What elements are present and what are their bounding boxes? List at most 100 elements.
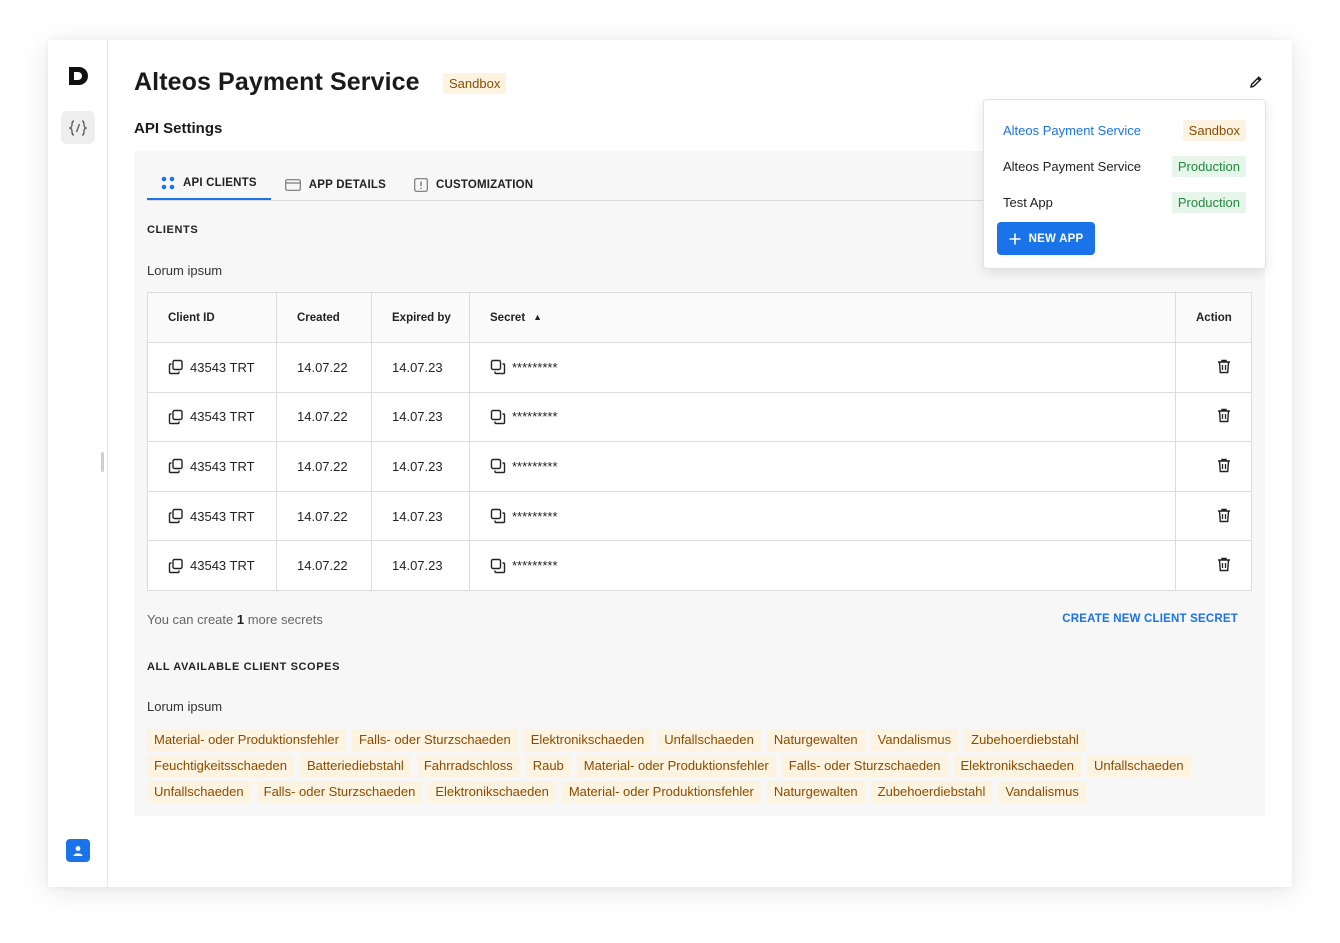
column-header-secret[interactable]: Secret ▲ bbox=[469, 292, 1176, 343]
secrets-note-prefix: You can create bbox=[147, 612, 237, 627]
secret-value: ********* bbox=[512, 458, 558, 474]
tab-label: CUSTOMIZATION bbox=[435, 178, 534, 191]
table-row: 43543 TRT 14.07.22 14.07.23 ********* bbox=[147, 540, 1252, 591]
column-header-created[interactable]: Created bbox=[276, 292, 372, 343]
scope-tag: Raub bbox=[525, 755, 571, 777]
created-cell: 14.07.22 bbox=[276, 540, 372, 591]
secret-cell: ********* bbox=[469, 490, 1176, 542]
client-id: 43543 TRT bbox=[190, 359, 255, 375]
copy-icon[interactable] bbox=[168, 409, 184, 425]
api-nav-button[interactable] bbox=[61, 111, 95, 144]
column-header-secret-label: Secret bbox=[490, 311, 526, 324]
environment-badge: Sandbox bbox=[1182, 119, 1246, 141]
sort-ascending-icon[interactable]: ▲ bbox=[533, 312, 542, 322]
clients-heading: CLIENTS bbox=[147, 224, 199, 236]
column-header-action: Action bbox=[1175, 292, 1252, 343]
scopes-heading: ALL AVAILABLE CLIENT SCOPES bbox=[147, 661, 341, 673]
scope-tag: Fahrradschloss bbox=[416, 755, 520, 777]
customization-icon bbox=[414, 177, 428, 192]
client-id-cell: 43543 TRT bbox=[147, 391, 277, 443]
scope-tag: Unfallschaeden bbox=[657, 729, 761, 751]
delete-trash-icon[interactable] bbox=[1216, 407, 1232, 423]
table-header-row: Client ID Created Expired by Secret ▲ Act… bbox=[147, 292, 1252, 343]
sidebar bbox=[48, 40, 108, 887]
scopes-description: Lorum ipsum bbox=[147, 699, 223, 714]
secret-value: ********* bbox=[512, 409, 558, 425]
app-option-name: Alteos Payment Service bbox=[1003, 158, 1142, 174]
copy-icon[interactable] bbox=[168, 359, 184, 375]
environment-badge: Production bbox=[1171, 191, 1246, 213]
logo-icon[interactable] bbox=[66, 64, 90, 88]
user-profile-button[interactable] bbox=[66, 839, 90, 862]
expired-cell: 14.07.23 bbox=[371, 441, 470, 492]
scope-tag: Batteriediebstahl bbox=[299, 755, 411, 777]
copy-secret-icon[interactable] bbox=[490, 458, 506, 474]
new-app-button[interactable]: NEW APP bbox=[997, 222, 1095, 255]
app-option-name: Test App bbox=[1003, 194, 1053, 210]
client-id-cell: 43543 TRT bbox=[147, 490, 277, 542]
secret-cell: ********* bbox=[469, 441, 1176, 492]
scope-tag: Elektronikschaeden bbox=[953, 755, 1081, 777]
app-option[interactable]: Alteos Payment Service Sandbox bbox=[1003, 119, 1246, 141]
clients-description: Lorum ipsum bbox=[147, 263, 223, 278]
client-id: 43543 TRT bbox=[190, 508, 255, 524]
scope-tag: Zubehoerdiebstahl bbox=[964, 729, 1086, 751]
client-id-cell: 43543 TRT bbox=[147, 540, 277, 591]
client-id: 43543 TRT bbox=[190, 458, 255, 474]
scope-tag: Falls- oder Sturzschaeden bbox=[256, 781, 423, 803]
scope-tag: Unfallschaeden bbox=[1086, 755, 1191, 777]
app-option[interactable]: Test App Production bbox=[1003, 191, 1246, 213]
expired-cell: 14.07.23 bbox=[371, 540, 470, 591]
column-header-client-id[interactable]: Client ID bbox=[147, 292, 277, 343]
copy-secret-icon[interactable] bbox=[490, 409, 506, 425]
tab-api-clients[interactable]: API CLIENTS bbox=[147, 168, 271, 201]
scope-tag: Feuchtigkeitsschaeden bbox=[147, 755, 294, 777]
scope-tag: Elektronikschaeden bbox=[523, 729, 652, 751]
created-cell: 14.07.22 bbox=[276, 441, 372, 492]
delete-trash-icon[interactable] bbox=[1216, 358, 1232, 374]
secret-value: ********* bbox=[512, 558, 558, 574]
new-app-label: NEW APP bbox=[1028, 232, 1084, 245]
copy-icon[interactable] bbox=[168, 458, 184, 474]
delete-trash-icon[interactable] bbox=[1216, 507, 1232, 523]
card-icon bbox=[284, 178, 301, 191]
resize-handle[interactable] bbox=[101, 452, 104, 472]
tab-customization[interactable]: CUSTOMIZATION bbox=[400, 168, 547, 201]
environment-badge: Production bbox=[1171, 155, 1246, 177]
plus-icon bbox=[1009, 233, 1021, 244]
delete-trash-icon[interactable] bbox=[1216, 556, 1232, 572]
delete-trash-icon[interactable] bbox=[1216, 457, 1232, 473]
expired-cell: 14.07.23 bbox=[371, 342, 470, 393]
create-client-secret-link[interactable]: CREATE NEW CLIENT SECRET bbox=[1062, 613, 1238, 625]
action-cell bbox=[1175, 441, 1252, 492]
copy-icon[interactable] bbox=[168, 508, 184, 524]
scope-tag: Vandalismus bbox=[998, 781, 1086, 803]
client-id-cell: 43543 TRT bbox=[147, 441, 277, 492]
copy-secret-icon[interactable] bbox=[490, 508, 506, 524]
secret-cell: ********* bbox=[469, 342, 1176, 393]
tab-app-details[interactable]: APP DETAILS bbox=[271, 168, 400, 201]
expired-cell: 14.07.23 bbox=[371, 391, 470, 443]
edit-pencil-icon[interactable] bbox=[1248, 74, 1264, 90]
copy-icon[interactable] bbox=[168, 558, 184, 574]
secrets-note-suffix: more secrets bbox=[244, 612, 323, 627]
environment-badge: Sandbox bbox=[443, 73, 507, 94]
client-id: 43543 TRT bbox=[190, 409, 255, 425]
client-id-cell: 43543 TRT bbox=[147, 342, 277, 393]
client-id: 43543 TRT bbox=[190, 558, 255, 574]
copy-secret-icon[interactable] bbox=[490, 359, 506, 375]
section-title: API Settings bbox=[134, 120, 223, 137]
tab-label: API CLIENTS bbox=[183, 177, 257, 189]
app-option[interactable]: Alteos Payment Service Production bbox=[1003, 155, 1246, 177]
scope-tag: Naturgewalten bbox=[766, 729, 865, 751]
secret-cell: ********* bbox=[469, 540, 1176, 591]
scope-tag: Vandalismus bbox=[870, 729, 959, 751]
app-option-name: Alteos Payment Service bbox=[1003, 122, 1142, 138]
copy-secret-icon[interactable] bbox=[490, 558, 506, 574]
tab-bar: API CLIENTS APP DETAILS CUSTOMIZATION bbox=[147, 168, 547, 201]
dots-grid-icon bbox=[161, 176, 175, 190]
column-header-expired[interactable]: Expired by bbox=[371, 292, 470, 343]
action-cell bbox=[1175, 540, 1252, 591]
action-cell bbox=[1175, 391, 1252, 443]
clients-table: Client ID Created Expired by Secret ▲ Act… bbox=[147, 292, 1252, 591]
